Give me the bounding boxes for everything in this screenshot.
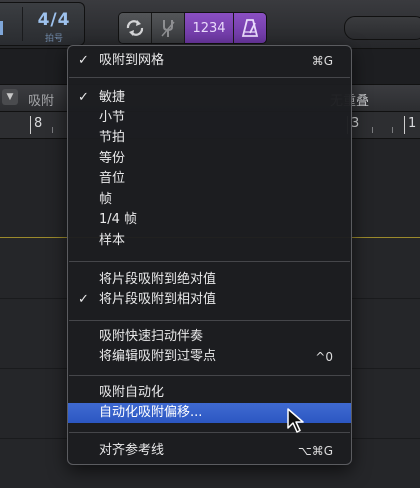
menu-item-shortcut: ⌘G <box>311 54 333 68</box>
menu-item-label: 样本 <box>99 233 126 248</box>
menu-item-snap-division[interactable]: 等份 <box>68 149 351 169</box>
menu-item-label: 自动化吸附偏移... <box>99 405 203 420</box>
menu-separator <box>69 320 350 321</box>
menu-item-label: 吸附自动化 <box>99 385 165 400</box>
mouse-pointer-icon <box>287 408 304 433</box>
tuner-button[interactable] <box>152 13 185 43</box>
menu-item-alignment-guides[interactable]: 对齐参考线 ⌥⌘G <box>68 441 351 461</box>
menu-item-snap-scrub[interactable]: 吸附快速扫动伴奏 <box>68 327 351 347</box>
menu-item-label: 1/4 帧 <box>99 212 138 227</box>
menu-item-snap-samples[interactable]: 样本 <box>68 231 351 251</box>
bar-number: 1 <box>408 116 417 131</box>
menu-item-label: 吸附到网格 <box>99 53 165 68</box>
menu-item-snap-beat[interactable]: 节拍 <box>68 128 351 148</box>
check-mark-icon: ✓ <box>78 90 89 105</box>
menu-separator <box>69 261 350 262</box>
menu-item-shortcut: ⌥⌘G <box>297 444 333 458</box>
control-bar: 4/4 拍号 1234 <box>0 0 420 49</box>
menu-item-label: 将片段吸附到绝对值 <box>99 272 217 287</box>
menu-item-shortcut: ^0 <box>315 350 333 364</box>
menu-item-label: 对齐参考线 <box>99 443 165 458</box>
lcd-edge-marker <box>0 21 3 35</box>
menu-item-label: 帧 <box>99 192 113 207</box>
menu-item-snap-quarter-frames[interactable]: 1/4 帧 <box>68 210 351 230</box>
menu-item-snap-ticks[interactable]: 音位 <box>68 169 351 189</box>
bar-number: 8 <box>34 116 43 131</box>
bar-tick <box>30 116 31 134</box>
cycle-button[interactable] <box>119 13 152 43</box>
bar-tick <box>404 116 405 134</box>
beat-tick <box>372 127 373 133</box>
snap-dropdown-arrow[interactable]: ▼ <box>2 89 18 105</box>
beat-tick <box>392 127 393 133</box>
menu-item-label: 吸附快速扫动伴奏 <box>99 329 204 344</box>
menu-item-snap-automation[interactable]: 吸附自动化 <box>68 383 351 403</box>
menu-item-snap-smart[interactable]: ✓ 敏捷 <box>68 88 351 108</box>
lcd-display[interactable]: 4/4 拍号 <box>0 2 85 46</box>
menu-item-label: 节拍 <box>99 130 126 145</box>
count-in-button[interactable]: 1234 <box>185 13 234 43</box>
snap-menu-label[interactable]: 吸附 <box>28 90 54 109</box>
menu-item-snap-bar[interactable]: 小节 <box>68 108 351 128</box>
check-mark-icon: ✓ <box>78 53 89 68</box>
menu-separator <box>69 432 350 433</box>
menu-item-label: 将片段吸附到相对值 <box>99 292 217 307</box>
metronome-icon <box>241 19 259 37</box>
menu-item-snap-regions-relative[interactable]: ✓ 将片段吸附到相对值 <box>68 290 351 310</box>
menu-item-automation-snap-offset[interactable]: 自动化吸附偏移... <box>68 403 351 423</box>
menu-item-snap-to-grid[interactable]: ✓ 吸附到网格 ⌘G <box>68 51 351 71</box>
snap-context-menu: ✓ 吸附到网格 ⌘G ✓ 敏捷 小节 节拍 等份 音位 帧 1/4 帧 样本 将… <box>67 45 352 465</box>
menu-item-label: 将编辑吸附到过零点 <box>99 349 217 364</box>
master-volume-slider[interactable] <box>344 16 420 40</box>
cycle-icon <box>126 20 144 36</box>
menu-item-label: 等份 <box>99 151 126 166</box>
menu-item-label: 小节 <box>99 110 126 125</box>
tuner-icon <box>161 20 175 37</box>
menu-separator <box>69 375 350 376</box>
menu-item-snap-regions-absolute[interactable]: 将片段吸附到绝对值 <box>68 270 351 290</box>
check-mark-icon: ✓ <box>78 292 89 307</box>
menu-item-label: 敏捷 <box>99 90 126 105</box>
menu-item-snap-zero-crossings[interactable]: 将编辑吸附到过零点 ^0 <box>68 347 351 367</box>
menu-item-label: 音位 <box>99 171 126 186</box>
menu-separator <box>69 77 350 78</box>
bar-number: 3 <box>351 116 360 131</box>
mode-button-group: 1234 <box>118 12 267 44</box>
beat-tick <box>52 127 53 133</box>
lcd-divider <box>22 7 23 41</box>
time-signature-value[interactable]: 4/4 <box>36 10 72 30</box>
menu-item-snap-frames[interactable]: 帧 <box>68 190 351 210</box>
time-signature-label: 拍号 <box>44 34 63 44</box>
metronome-button[interactable] <box>234 13 266 43</box>
